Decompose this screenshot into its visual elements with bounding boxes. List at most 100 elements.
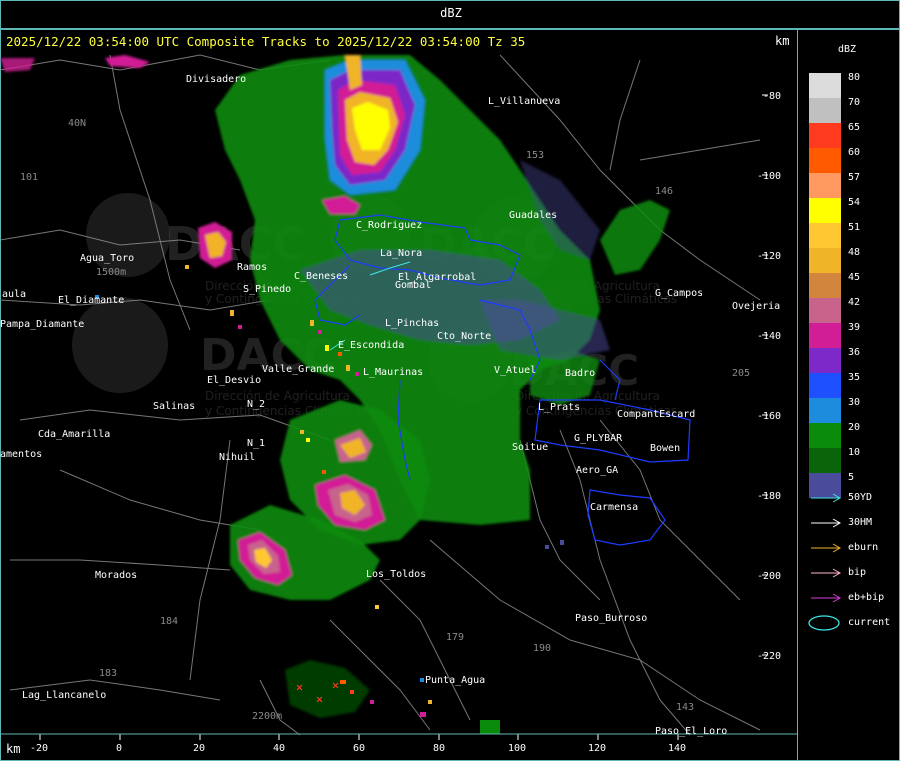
place-label: L_Pinchas bbox=[385, 318, 439, 329]
place-label: S_Pinedo bbox=[243, 284, 291, 295]
place-label: L_Villanueva bbox=[488, 96, 560, 107]
y-tick-label: -80 bbox=[763, 91, 781, 102]
color-value-label: 80 bbox=[848, 72, 861, 83]
x-tick-label: 120 bbox=[588, 743, 606, 754]
track-arrow-icon bbox=[811, 543, 842, 553]
place-label: G_PLYBAR bbox=[574, 433, 623, 444]
color-swatch bbox=[809, 73, 841, 98]
place-label: 143 bbox=[676, 702, 694, 713]
composite-header: 2025/12/22 03:54:00 UTC Composite Tracks… bbox=[6, 34, 526, 49]
place-label: 40N bbox=[68, 118, 86, 129]
place-label: 190 bbox=[533, 643, 551, 654]
track-label: 50YD bbox=[848, 492, 873, 503]
place-label: Cto_Norte bbox=[437, 331, 491, 342]
color-value-label: 60 bbox=[848, 147, 861, 158]
color-value-label: 65 bbox=[848, 122, 861, 133]
place-label: N_2 bbox=[247, 399, 265, 410]
place-label: Salinas bbox=[153, 401, 195, 412]
place-label: 205 bbox=[732, 368, 750, 379]
x-axis-labels: -20 0 20 40 60 80 100 120 140 bbox=[30, 743, 686, 754]
color-swatch bbox=[809, 273, 841, 298]
y-tick-label: -100 bbox=[757, 171, 781, 182]
x-tick-label: 0 bbox=[116, 743, 122, 754]
place-label: Valle_Grande bbox=[262, 364, 334, 375]
color-swatch bbox=[809, 398, 841, 423]
color-swatch bbox=[809, 98, 841, 123]
current-ellipse-icon bbox=[808, 615, 840, 631]
place-label: 101 bbox=[20, 172, 38, 183]
watermark-line1: Dirección de Agricultura bbox=[205, 389, 350, 403]
y-tick-label: -180 bbox=[757, 491, 781, 502]
place-label: aula bbox=[2, 289, 26, 300]
place-label: Guadales bbox=[509, 210, 557, 221]
color-swatch bbox=[809, 248, 841, 273]
color-swatch bbox=[809, 298, 841, 323]
unit-label-bottom: km bbox=[6, 742, 21, 756]
x-tick-label: 20 bbox=[193, 743, 205, 754]
place-label: 184 bbox=[160, 616, 178, 627]
place-label: Paso_Burroso bbox=[575, 613, 647, 624]
color-value-label: 48 bbox=[848, 247, 861, 258]
color-value-label: 39 bbox=[848, 322, 861, 333]
y-axis-labels: -80 -100 -120 -140 -160 -180 -200 -220 bbox=[757, 91, 781, 662]
place-label: El_Desvio bbox=[207, 375, 261, 386]
x-tick-label: 40 bbox=[273, 743, 285, 754]
place-label: Gombal bbox=[395, 280, 431, 291]
place-label: Agua_Toro bbox=[80, 253, 134, 264]
x-tick-label: 60 bbox=[353, 743, 365, 754]
color-swatch bbox=[809, 198, 841, 223]
place-label: 1500m bbox=[96, 267, 126, 278]
x-tick-label: 80 bbox=[433, 743, 445, 754]
color-swatch bbox=[809, 423, 841, 448]
place-label: Cda_Amarilla bbox=[38, 429, 110, 440]
color-swatch bbox=[809, 223, 841, 248]
radar-map[interactable]: DACC DACC DACC DACC Dirección de Agricul… bbox=[0, 0, 900, 761]
place-label: C_Rodriguez bbox=[356, 220, 422, 231]
place-label: Ovejeria bbox=[732, 301, 780, 312]
y-tick-label: -120 bbox=[757, 251, 781, 262]
place-label: Carmensa bbox=[590, 502, 638, 513]
place-label: 2200m bbox=[252, 711, 282, 722]
y-tick-label: -200 bbox=[757, 571, 781, 582]
y-tick-label: -160 bbox=[757, 411, 781, 422]
place-label: L_Maurinas bbox=[363, 367, 423, 378]
track-label: eburn bbox=[848, 542, 879, 553]
color-value-label: 20 bbox=[848, 422, 861, 433]
color-swatch bbox=[809, 173, 841, 198]
place-label: Paso_El_Loro bbox=[655, 726, 727, 737]
place-label: Bowen bbox=[650, 443, 680, 454]
place-label: N_1 bbox=[247, 438, 265, 449]
color-value-label: 54 bbox=[848, 197, 861, 208]
color-value-label: 51 bbox=[848, 222, 861, 233]
x-tick-label: -20 bbox=[30, 743, 48, 754]
place-label: El_Diamante bbox=[58, 295, 124, 306]
y-tick-label: -140 bbox=[757, 331, 781, 342]
place-label: Los_Toldos bbox=[366, 569, 426, 580]
color-value-label: 35 bbox=[848, 372, 861, 383]
place-label: Pampa_Diamante bbox=[0, 319, 84, 330]
color-swatch bbox=[809, 323, 841, 348]
x-tick-label: 140 bbox=[668, 743, 686, 754]
place-label: Nihuil bbox=[219, 452, 255, 463]
place-label: L_Prats bbox=[538, 402, 580, 413]
track-arrow-icon bbox=[811, 518, 842, 528]
place-label: Aero_GA bbox=[576, 465, 618, 476]
place-label: Badro bbox=[565, 368, 595, 379]
color-value-label: 36 bbox=[848, 347, 861, 358]
color-value-label: 10 bbox=[848, 447, 861, 458]
place-label: 146 bbox=[655, 186, 673, 197]
track-label: eb+bip bbox=[848, 592, 885, 603]
place-label: Soitue bbox=[512, 442, 548, 453]
place-label: G_Campos bbox=[655, 288, 703, 299]
track-arrow-icon bbox=[811, 568, 842, 578]
place-label: La_Nora bbox=[380, 248, 422, 259]
place-label: C_Beneses bbox=[294, 271, 348, 282]
legend-title: dBZ bbox=[838, 44, 857, 55]
track-label: 30HM bbox=[848, 517, 873, 528]
place-label: V_Atuel bbox=[494, 365, 536, 376]
place-label: Lag_Llancanelo bbox=[22, 690, 106, 701]
place-label: Morados bbox=[95, 570, 137, 581]
color-value-label: 30 bbox=[848, 397, 861, 408]
color-value-label: 45 bbox=[848, 272, 861, 283]
place-label: E_Escondida bbox=[338, 340, 404, 351]
